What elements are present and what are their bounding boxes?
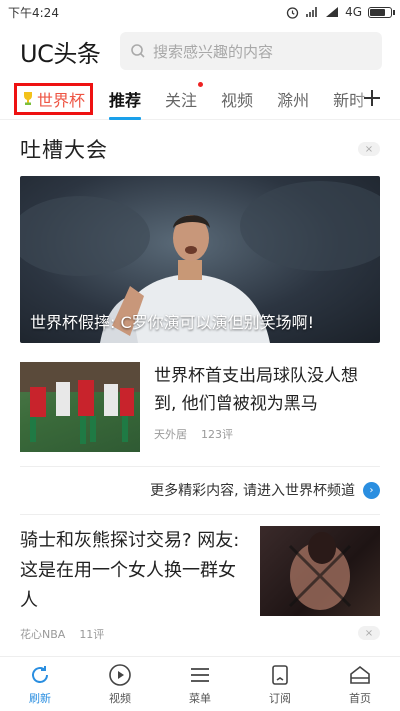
channel-tabs: 世界杯 推荐 关注 视频 滁州 新时 <box>0 78 400 120</box>
dismiss-section-button[interactable]: × <box>358 142 380 156</box>
tab-label: 关注 <box>165 90 198 110</box>
tab-label: 滁州 <box>277 90 310 110</box>
news-source: 天外居 <box>154 428 187 441</box>
news-meta: 天外居 123评 <box>154 426 233 442</box>
nav-menu[interactable]: 菜单 <box>160 657 240 711</box>
search-icon <box>131 44 145 58</box>
more-world-cup-link[interactable]: 更多精彩内容, 请进入世界杯频道 › <box>20 474 380 506</box>
tab-label: 视频 <box>221 90 254 110</box>
football-photo <box>20 362 140 444</box>
divider <box>20 466 380 467</box>
nav-subscribe[interactable]: 订阅 <box>240 657 320 711</box>
news-thumbnail <box>260 526 380 616</box>
tab-world-cup[interactable]: 世界杯 <box>14 82 94 115</box>
nav-label: 菜单 <box>189 691 211 705</box>
network-type: 4G <box>345 5 362 19</box>
nav-home[interactable]: 首页 <box>320 657 400 711</box>
news-title: 世界杯首支出局球队没人想到, 他们曾被视为黑马 <box>154 366 358 414</box>
news-comments: 11评 <box>79 628 105 641</box>
add-channel-icon[interactable] <box>358 84 386 112</box>
tab-video[interactable]: 视频 <box>221 78 253 120</box>
search-input[interactable]: 搜索感兴趣的内容 <box>120 32 382 70</box>
hero-caption: 世界杯假摔: C罗你演可以演但别笑场啊! <box>30 313 315 332</box>
signal-icon <box>306 7 317 17</box>
nav-refresh[interactable]: 刷新 <box>0 657 80 711</box>
signal-strength-icon <box>326 7 339 17</box>
news-comments: 123评 <box>201 428 233 441</box>
news-item-1[interactable]: 世界杯首支出局球队没人想到, 他们曾被视为黑马 天外居 123评 <box>20 362 380 454</box>
battery-fill <box>370 8 385 16</box>
section-header: 吐槽大会 × <box>20 130 380 168</box>
news-item-2[interactable]: 骑士和灰熊探讨交易? 网友: 这是在用一个女人换一群女人 花心NBA 11评 × <box>20 526 380 646</box>
news-meta: 花心NBA 11评 <box>20 626 104 642</box>
nav-label: 首页 <box>349 691 371 705</box>
news-title: 骑士和灰熊探讨交易? 网友: 这是在用一个女人换一群女人 <box>20 530 240 611</box>
battery-icon <box>368 6 395 18</box>
news-body: 世界杯首支出局球队没人想到, 他们曾被视为黑马 天外居 123评 <box>154 362 380 454</box>
subscribe-icon <box>272 664 288 685</box>
menu-icon <box>191 667 209 682</box>
refresh-icon <box>32 665 48 683</box>
more-link-label: 更多精彩内容, 请进入世界杯频道 <box>150 483 355 499</box>
home-icon <box>350 665 370 684</box>
alarm-icon <box>286 6 299 19</box>
play-icon <box>109 663 131 686</box>
bottom-nav: 刷新 视频 菜单 订阅 首页 <box>0 656 400 711</box>
nav-label: 订阅 <box>269 691 291 705</box>
news-source: 花心NBA <box>20 628 66 641</box>
app-logo: UC头条 <box>20 39 101 68</box>
status-time: 下午4:24 <box>8 5 59 20</box>
nav-label: 视频 <box>109 691 131 705</box>
arrow-right-icon: › <box>363 481 380 499</box>
tab-label: 推荐 <box>109 90 142 110</box>
search-placeholder: 搜索感兴趣的内容 <box>153 42 274 61</box>
hero-article[interactable]: 世界杯假摔: C罗你演可以演但别笑场啊! <box>20 176 380 343</box>
trophy-icon <box>24 92 32 105</box>
news-thumbnail <box>20 362 140 452</box>
tab-label: 世界杯 <box>37 90 86 110</box>
status-bar: 下午4:24 4G <box>0 0 400 24</box>
top-bar: UC头条 搜索感兴趣的内容 <box>0 24 400 78</box>
tab-chuzhou[interactable]: 滁州 <box>277 78 309 120</box>
nav-label: 刷新 <box>29 691 51 705</box>
nav-video[interactable]: 视频 <box>80 657 160 711</box>
tab-recommend[interactable]: 推荐 <box>109 78 142 120</box>
dismiss-article-button[interactable]: × <box>358 626 380 640</box>
tab-follow[interactable]: 关注 <box>165 78 204 120</box>
section-title: 吐槽大会 <box>20 138 108 162</box>
photo <box>288 532 352 610</box>
status-icons: 4G <box>286 5 395 19</box>
unread-dot <box>198 81 204 87</box>
divider <box>20 514 380 515</box>
